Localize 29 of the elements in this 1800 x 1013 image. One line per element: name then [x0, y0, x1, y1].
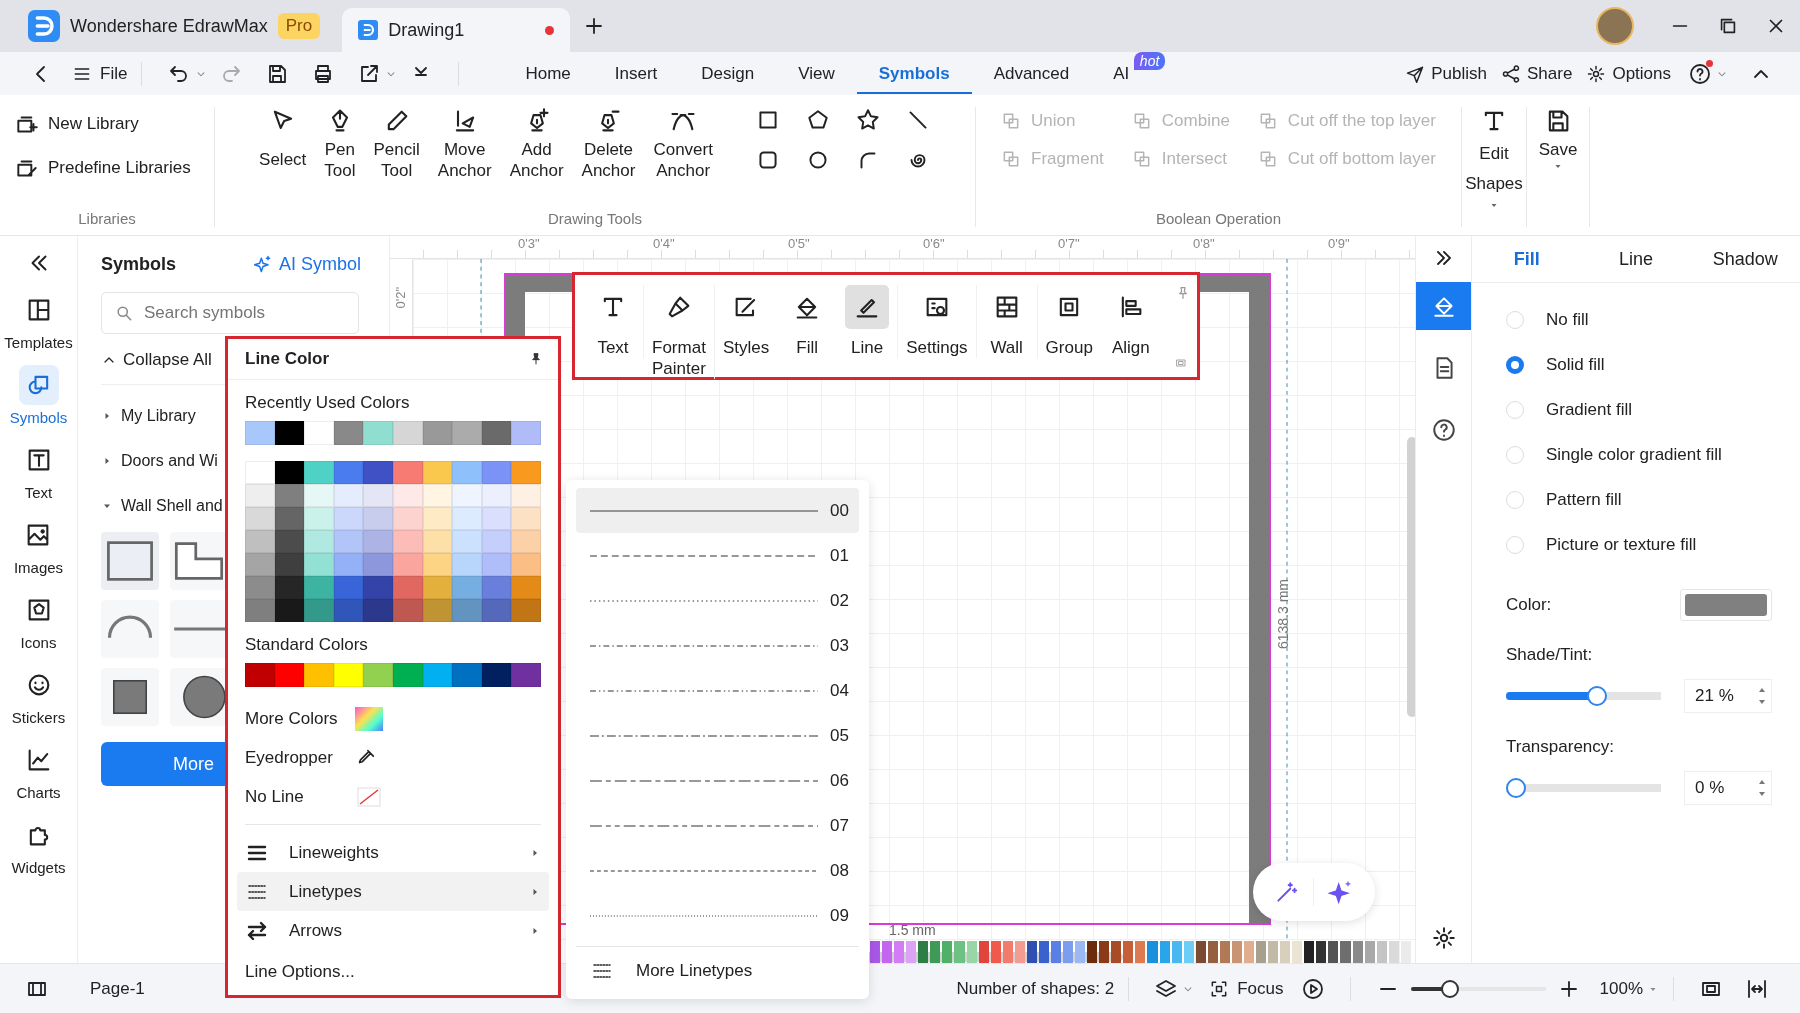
menu-title: Line Color — [245, 349, 330, 369]
ruler-label: 0'9" — [1328, 236, 1351, 253]
field-label: Transparency: — [1506, 737, 1616, 757]
group-title: Boolean Operation — [1155, 210, 1282, 227]
option-label: Picture or texture fill — [1546, 534, 1697, 555]
ruler-label: 0'7" — [1058, 236, 1081, 253]
section-title: Recently Used Colors — [245, 393, 411, 413]
ruler-label: 0'3" — [518, 236, 541, 253]
option-label: Gradient fill — [1546, 399, 1632, 420]
pro-badge: Pro — [277, 13, 321, 39]
ruler-label: 0'2" — [393, 287, 409, 309]
option-label: Single color gradient fill — [1546, 444, 1722, 465]
option-label: Solid fill — [1546, 354, 1605, 375]
field-label: Shade/Tint: — [1506, 645, 1594, 665]
option-label: Pattern fill — [1546, 489, 1622, 510]
field-label: Color: — [1506, 595, 1552, 615]
ruler-label: 0'8" — [1193, 236, 1216, 253]
panel-title: Symbols — [101, 253, 177, 275]
app-title: Wondershare EdrawMax — [70, 15, 268, 37]
ruler-label: 0'4" — [653, 236, 676, 253]
section-title: Standard Colors — [245, 635, 369, 655]
ruler-label: 0'5" — [788, 236, 811, 253]
shape-count: Number of shapes: 2 — [956, 978, 1115, 999]
ruler-label: 0'6" — [923, 236, 946, 253]
dimension-label: 6138.3 mm — [1275, 578, 1291, 649]
group-title: Drawing Tools — [548, 210, 642, 227]
group-title: Libraries — [78, 210, 136, 227]
option-label: No fill — [1546, 309, 1589, 330]
dimension-label: 1.5 mm — [889, 922, 936, 938]
